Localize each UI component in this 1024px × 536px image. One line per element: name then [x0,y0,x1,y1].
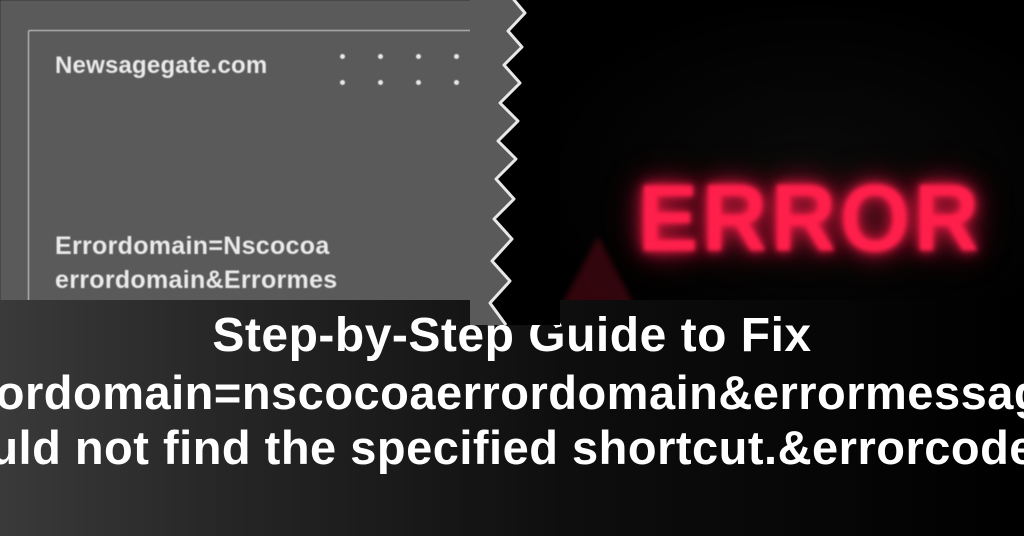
left-panel: Newsagegate.com Errordomain=Nscocoa erro… [0,0,500,320]
thumbnail-canvas: Newsagegate.com Errordomain=Nscocoa erro… [0,0,1024,536]
caption-band: Step-by-Step Guide to Fix Errordomain=ns… [0,300,1024,536]
error-snippet-line-1: Errordomain=Nscocoa [55,232,330,261]
caption-line-2: Errordomain=nscocoaerrordomain&errormess… [0,365,1024,420]
neon-error-label: ERROR [638,165,983,273]
torn-paper-edge-icon [470,0,560,325]
brand-label: Newsagegate.com [55,52,267,80]
caption-line-3: could not find the specified shortcut.&e… [0,420,1024,475]
decorative-dots [340,54,466,92]
error-snippet-line-2: errordomain&Errormes [55,266,337,295]
